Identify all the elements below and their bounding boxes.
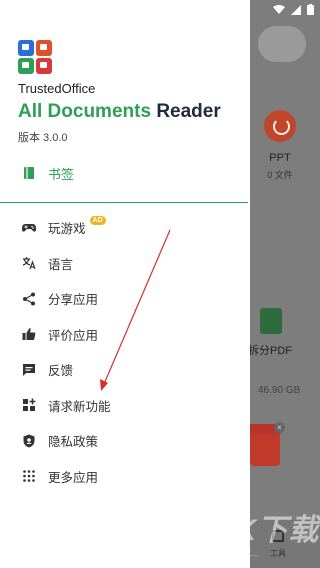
- status-time: 4:45: [6, 5, 28, 17]
- menu-item-label: 评价应用: [48, 328, 99, 343]
- privacy-shield-icon: [22, 434, 36, 448]
- menu-item-more-apps[interactable]: 更多应用: [0, 459, 250, 495]
- notification-icon: [65, 6, 76, 16]
- notification-dot-icon: [97, 9, 102, 13]
- gift-icon: [248, 424, 282, 466]
- logo-ppt-tile: [36, 40, 52, 56]
- menu-item-label: 反馈: [48, 364, 74, 379]
- widgets-icon: [22, 398, 36, 412]
- menu-item-rate-app[interactable]: 评价应用: [0, 317, 250, 353]
- menu-item-request-feature[interactable]: 请求新功能: [0, 388, 250, 424]
- ppt-label: PPT: [269, 152, 291, 164]
- app-title-part1: All Documents: [18, 101, 152, 122]
- menu-item-share-app[interactable]: 分享应用: [0, 281, 250, 317]
- menu-item-label: 语言: [48, 257, 74, 272]
- signal-icon: [291, 4, 301, 18]
- storage-size: 46.90 GB: [258, 385, 301, 396]
- apps-grid-icon: [22, 469, 36, 483]
- app-title: All Documents Reader: [18, 101, 221, 123]
- feedback-icon: [22, 363, 36, 377]
- bookmark-item[interactable]: 书签: [0, 158, 250, 188]
- notification-icon: [35, 6, 46, 16]
- wifi-icon: [273, 4, 285, 18]
- tools-label: 工具: [270, 549, 286, 558]
- thumbs-up-icon: [22, 327, 36, 341]
- gamepad-icon: [22, 221, 36, 235]
- drawer-menu: 玩游戏 AD 语言 分享应用 评价应用 反馈 请求新功能 隐私政策 更多应用: [0, 210, 250, 494]
- logo-excel-tile: [18, 58, 34, 74]
- menu-item-label: 隐私政策: [48, 435, 99, 450]
- gift-close-icon: ×: [274, 422, 285, 433]
- menu-item-label: 更多应用: [48, 470, 99, 485]
- status-bar: 4:45: [0, 0, 320, 22]
- app-name: TrustedOffice: [18, 81, 96, 96]
- ad-badge: AD: [89, 216, 106, 226]
- ppt-file-count: 0 文件: [267, 170, 293, 180]
- navigation-drawer: TrustedOffice All Documents Reader 版本 3.…: [0, 0, 250, 568]
- share-icon: [22, 292, 36, 306]
- split-pdf-icon: [260, 308, 282, 334]
- menu-item-language[interactable]: 语言: [0, 246, 250, 282]
- menu-item-feedback[interactable]: 反馈: [0, 352, 250, 388]
- divider: [0, 202, 248, 203]
- battery-icon: [307, 4, 314, 18]
- logo-word-tile: [18, 40, 34, 56]
- background-search-bar: [258, 26, 306, 62]
- menu-item-label: 玩游戏: [48, 222, 86, 237]
- app-logo: [18, 40, 52, 74]
- translate-icon: [22, 256, 36, 270]
- bookmark-label: 书签: [48, 166, 75, 182]
- split-pdf-label: 拆分PDF: [248, 345, 292, 357]
- app-version: 版本 3.0.0: [18, 132, 68, 144]
- menu-item-label: 请求新功能: [48, 399, 111, 414]
- app-title-part2: Reader: [156, 101, 221, 122]
- bookmark-icon: [22, 166, 36, 180]
- notification-icon: [50, 6, 61, 16]
- menu-item-privacy-policy[interactable]: 隐私政策: [0, 423, 250, 459]
- menu-item-play-games[interactable]: 玩游戏 AD: [0, 210, 250, 246]
- ppt-icon: [264, 110, 296, 142]
- logo-pdf-tile: [36, 58, 52, 74]
- menu-item-label: 分享应用: [48, 293, 99, 308]
- download-icon: [80, 6, 91, 16]
